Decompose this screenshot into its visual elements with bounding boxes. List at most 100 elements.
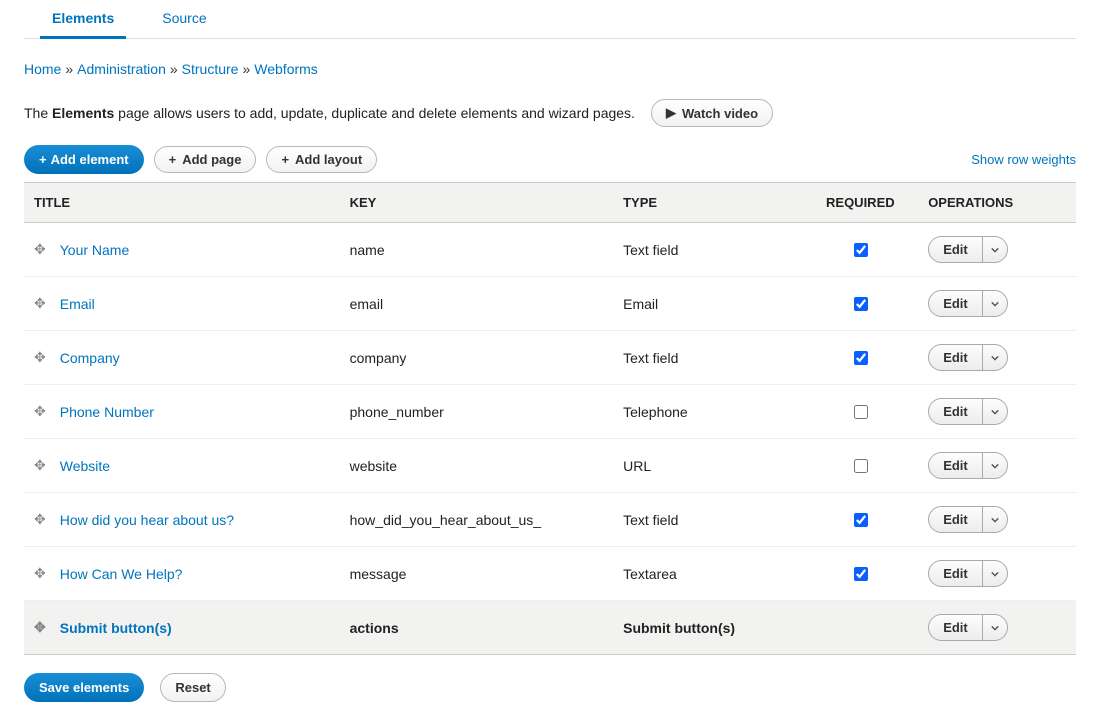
add-page-button[interactable]: + Add page	[154, 146, 257, 173]
tab-elements[interactable]: Elements	[52, 0, 114, 38]
table-row: ✥ How Can We Help? messageTextarea Edit	[24, 547, 1076, 601]
watch-video-button[interactable]: ▶ Watch video	[651, 99, 773, 127]
edit-button[interactable]: Edit	[929, 615, 982, 640]
edit-dropbutton[interactable]: Edit	[928, 614, 1008, 641]
dropdown-caret[interactable]	[982, 237, 1007, 262]
table-row: ✥EmailemailEmailEdit	[24, 277, 1076, 331]
edit-dropbutton[interactable]: Edit	[928, 452, 1008, 479]
chevron-down-icon	[991, 354, 999, 362]
edit-dropbutton[interactable]: Edit	[928, 560, 1008, 587]
required-checkbox[interactable]	[854, 405, 868, 419]
element-key: name	[340, 223, 614, 277]
chevron-down-icon	[991, 462, 999, 470]
edit-dropbutton[interactable]: Edit	[928, 236, 1008, 263]
element-title-link[interactable]: Submit button(s)	[60, 620, 172, 636]
breadcrumb: Home»Administration»Structure»Webforms	[24, 39, 1076, 89]
dropdown-caret[interactable]	[982, 561, 1007, 586]
element-title-link[interactable]: Email	[60, 296, 95, 312]
chevron-down-icon	[991, 624, 999, 632]
element-title-link[interactable]: Phone Number	[60, 404, 154, 420]
edit-button[interactable]: Edit	[929, 453, 982, 478]
chevron-down-icon	[991, 516, 999, 524]
play-icon: ▶	[666, 105, 676, 121]
primary-tabs: Elements Source	[24, 0, 1076, 39]
required-checkbox[interactable]	[854, 567, 868, 581]
form-actions: Save elements Reset	[24, 673, 1076, 702]
required-checkbox[interactable]	[854, 459, 868, 473]
edit-dropbutton[interactable]: Edit	[928, 344, 1008, 371]
reset-button[interactable]: Reset	[160, 673, 225, 702]
action-row: + Add element + Add page + Add layout Sh…	[24, 145, 1076, 174]
table-row: ✥Your NamenameText fieldEdit	[24, 223, 1076, 277]
dropdown-caret[interactable]	[982, 507, 1007, 532]
dropdown-caret[interactable]	[982, 615, 1007, 640]
edit-button[interactable]: Edit	[929, 561, 982, 586]
table-row-actions: ✥Submit button(s)actionsSubmit button(s)…	[24, 601, 1076, 655]
element-title-link[interactable]: Website	[60, 458, 110, 474]
element-title-link[interactable]: How did you hear about us?	[60, 512, 234, 528]
drag-handle-icon[interactable]: ✥	[34, 565, 46, 582]
chevron-down-icon	[991, 246, 999, 254]
edit-dropbutton[interactable]: Edit	[928, 398, 1008, 425]
edit-button[interactable]: Edit	[929, 399, 982, 424]
element-key: actions	[340, 601, 614, 655]
required-checkbox[interactable]	[854, 513, 868, 527]
edit-button[interactable]: Edit	[929, 507, 982, 532]
edit-button[interactable]: Edit	[929, 345, 982, 370]
table-row: ✥CompanycompanyText fieldEdit	[24, 331, 1076, 385]
required-checkbox[interactable]	[854, 351, 868, 365]
element-type: Telephone	[613, 385, 802, 439]
element-title-link[interactable]: How Can We Help?	[60, 566, 183, 582]
chevron-down-icon	[991, 570, 999, 578]
required-checkbox[interactable]	[854, 243, 868, 257]
drag-handle-icon[interactable]: ✥	[34, 457, 46, 474]
save-button[interactable]: Save elements	[24, 673, 144, 702]
plus-icon: +	[169, 152, 177, 167]
edit-dropbutton[interactable]: Edit	[928, 290, 1008, 317]
tab-source[interactable]: Source	[162, 0, 206, 38]
dropdown-caret[interactable]	[982, 399, 1007, 424]
table-row: ✥ Phone Number phone_numberTelephone Edit	[24, 385, 1076, 439]
drag-handle-icon[interactable]: ✥	[34, 511, 46, 528]
description-row: The Elements page allows users to add, u…	[24, 99, 1076, 127]
drag-handle-icon[interactable]: ✥	[34, 403, 46, 420]
col-type: TYPE	[613, 183, 802, 223]
drag-handle-icon[interactable]: ✥	[34, 619, 46, 636]
element-type: Textarea	[613, 547, 802, 601]
dropdown-caret[interactable]	[982, 291, 1007, 316]
watch-video-label: Watch video	[682, 106, 758, 121]
col-ops: OPERATIONS	[918, 183, 1076, 223]
dropdown-caret[interactable]	[982, 453, 1007, 478]
element-type: Email	[613, 277, 802, 331]
table-row: ✥WebsitewebsiteURLEdit	[24, 439, 1076, 493]
required-checkbox[interactable]	[854, 297, 868, 311]
add-layout-button[interactable]: + Add layout	[266, 146, 377, 173]
drag-handle-icon[interactable]: ✥	[34, 349, 46, 366]
breadcrumb-link[interactable]: Webforms	[254, 61, 318, 77]
drag-handle-icon[interactable]: ✥	[34, 295, 46, 312]
drag-handle-icon[interactable]: ✥	[34, 241, 46, 258]
col-required: REQUIRED	[802, 183, 918, 223]
element-type: Text field	[613, 331, 802, 385]
element-title-link[interactable]: Company	[60, 350, 120, 366]
col-title: TITLE	[24, 183, 340, 223]
edit-dropbutton[interactable]: Edit	[928, 506, 1008, 533]
breadcrumb-link[interactable]: Administration	[77, 61, 166, 77]
element-key: email	[340, 277, 614, 331]
elements-tbody: ✥Your NamenameText fieldEdit✥EmailemailE…	[24, 223, 1076, 655]
element-key: message	[340, 547, 614, 601]
edit-button[interactable]: Edit	[929, 291, 982, 316]
breadcrumb-link[interactable]: Home	[24, 61, 61, 77]
elements-table: TITLE KEY TYPE REQUIRED OPERATIONS ✥Your…	[24, 182, 1076, 655]
dropdown-caret[interactable]	[982, 345, 1007, 370]
description-text: The Elements page allows users to add, u…	[24, 105, 635, 121]
element-key: phone_number	[340, 385, 614, 439]
element-key: website	[340, 439, 614, 493]
add-element-button[interactable]: + Add element	[24, 145, 144, 174]
show-row-weights-link[interactable]: Show row weights	[971, 152, 1076, 167]
chevron-down-icon	[991, 300, 999, 308]
edit-button[interactable]: Edit	[929, 237, 982, 262]
plus-icon: +	[281, 152, 289, 167]
breadcrumb-link[interactable]: Structure	[182, 61, 239, 77]
element-title-link[interactable]: Your Name	[60, 242, 130, 258]
